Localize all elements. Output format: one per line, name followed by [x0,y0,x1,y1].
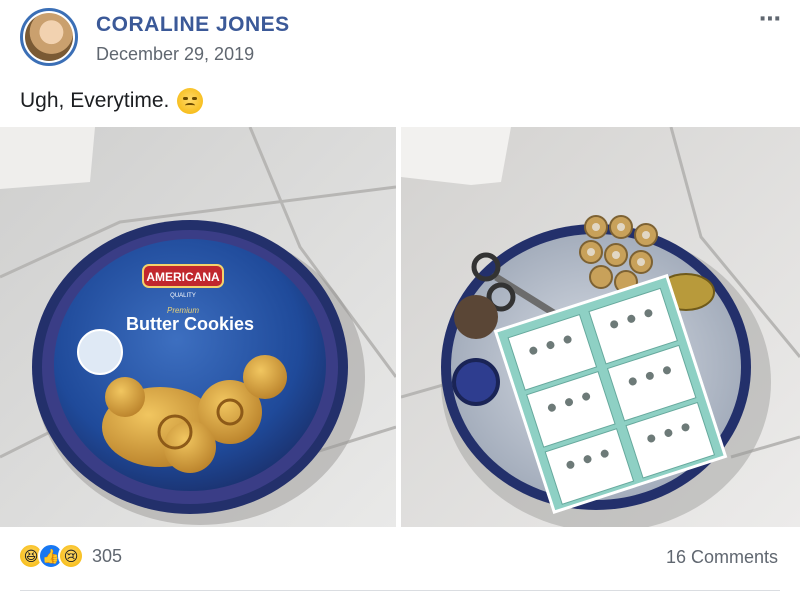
photo-grid: AMERICANA QUALITY Premium Butter Cookies [0,127,800,527]
reaction-summary[interactable]: 😆 👍 😢 305 [18,543,122,569]
footer-divider [20,590,780,591]
avatar-photo [25,13,73,61]
reaction-count[interactable]: 305 [92,546,122,567]
photo-cookie-tin-closed[interactable]: AMERICANA QUALITY Premium Butter Cookies [0,127,396,527]
caption-text: Ugh, Everytime. [20,89,170,112]
sewing-kit-image [401,127,800,527]
tin-subbrand-text: QUALITY [170,293,196,299]
photo-cookie-tin-open-sewing-kit[interactable] [401,127,800,527]
author-name[interactable]: CORALINE JONES [96,13,290,37]
tin-product-text: Butter Cookies [126,314,254,334]
facebook-post: CORALINE JONES December 29, 2019 ⋯ Ugh, … [0,0,800,603]
tin-brand-text: AMERICANA [146,270,220,284]
sad-icon: 😢 [58,543,84,569]
comments-count-link[interactable]: 16 Comments [666,547,778,568]
post-caption: Ugh, Everytime. [20,88,204,114]
post-date[interactable]: December 29, 2019 [96,44,254,65]
cookie-tin-image: AMERICANA QUALITY Premium Butter Cookies [0,127,396,527]
more-options-icon[interactable]: ⋯ [759,6,782,32]
avatar[interactable] [20,8,78,66]
unamused-face-icon [177,88,204,114]
